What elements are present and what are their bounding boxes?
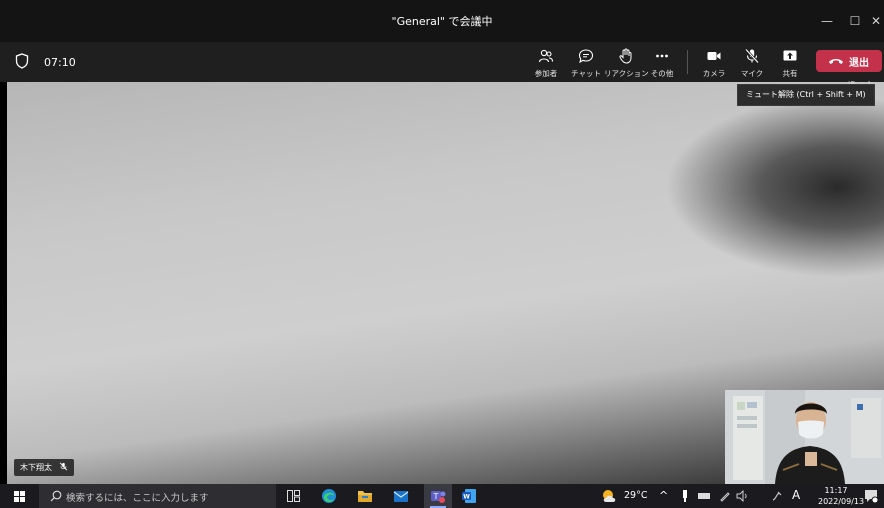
reaction-hand-icon <box>619 48 632 64</box>
leave-label: 退出 <box>849 58 869 69</box>
unmute-tooltip: ミュート解除 (Ctrl + Shift + M) <box>737 84 875 106</box>
chat-button[interactable]: チャット <box>564 46 608 80</box>
svg-text:T: T <box>433 492 439 501</box>
minimize-icon[interactable]: — <box>815 10 839 32</box>
more-label: その他 <box>650 69 674 78</box>
word-icon[interactable]: W <box>461 488 477 504</box>
mic-muted-icon <box>59 462 67 471</box>
chevron-up-icon[interactable]: ^ <box>659 489 668 502</box>
clock-time: 11:17 <box>824 486 848 495</box>
camera-icon <box>707 52 721 60</box>
ime-pad-icon[interactable] <box>771 490 783 502</box>
participant-name-badge: 木下翔太 <box>14 459 74 476</box>
title-bar: "General" で会議中 — ☐ ✕ <box>0 0 884 42</box>
window-title: "General" で会議中 <box>391 15 493 28</box>
participants-icon <box>538 49 554 63</box>
participants-button[interactable]: 参加者 <box>524 46 568 80</box>
ime-mode-indicator[interactable]: A <box>792 488 800 502</box>
teams-taskbar-button[interactable]: T <box>424 484 452 508</box>
meeting-timer: 07:10 <box>44 56 76 69</box>
edge-icon[interactable] <box>321 488 337 504</box>
teams-icon: T <box>431 491 446 503</box>
notification-icon[interactable] <box>864 489 878 503</box>
pen-icon[interactable] <box>719 490 731 502</box>
more-button[interactable]: その他 <box>640 46 684 80</box>
participant-name: 木下翔太 <box>20 463 52 472</box>
meeting-toolbar: 07:10 参加者 チャット リアクション その他 カメラ マイク 共有 <box>0 42 884 82</box>
weather-temp[interactable]: 29°C <box>624 490 647 501</box>
self-view-image <box>725 390 884 484</box>
taskbar: 検索するには、ここに入力します T W 29°C ^ A 11:17 2022/… <box>0 484 884 508</box>
mic-muted-icon <box>745 48 759 64</box>
chat-icon <box>578 49 594 64</box>
more-icon <box>656 54 668 58</box>
chat-label: チャット <box>571 69 601 78</box>
mail-icon[interactable] <box>393 488 409 504</box>
leave-button[interactable]: 退出 <box>816 50 882 72</box>
network-icon[interactable] <box>697 491 711 501</box>
hangup-icon <box>829 59 843 64</box>
weather-icon[interactable] <box>600 489 620 503</box>
search-icon <box>50 490 62 502</box>
taskbar-clock[interactable]: 11:17 2022/09/13 <box>818 485 865 507</box>
usb-icon[interactable] <box>681 490 689 502</box>
toolbar-divider <box>687 50 688 74</box>
file-explorer-icon[interactable] <box>357 488 373 504</box>
svg-text:W: W <box>463 494 470 501</box>
participants-label: 参加者 <box>534 69 558 78</box>
self-view-video[interactable] <box>725 390 884 484</box>
maximize-icon[interactable]: ☐ <box>843 10 867 32</box>
search-placeholder: 検索するには、ここに入力します <box>66 493 209 504</box>
windows-start-icon[interactable] <box>14 491 25 502</box>
share-icon <box>783 50 797 61</box>
task-view-icon[interactable] <box>287 490 300 502</box>
share-label: 共有 <box>782 69 798 78</box>
share-button[interactable]: 共有 <box>768 46 812 80</box>
clock-date: 2022/09/13 <box>818 497 865 506</box>
shield-icon <box>15 53 29 69</box>
volume-icon[interactable] <box>736 490 750 502</box>
close-icon[interactable]: ✕ <box>868 10 884 32</box>
